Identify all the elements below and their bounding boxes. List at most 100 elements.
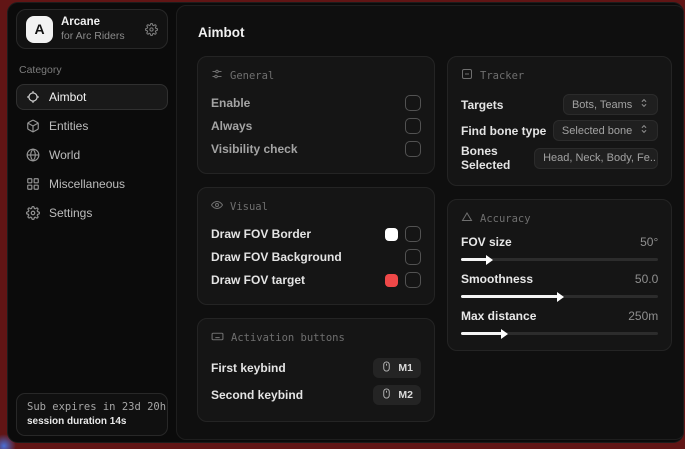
activation-card: Activation buttons First keybind M1 Seco… [197, 318, 435, 422]
sliders-icon [211, 68, 223, 83]
slider-fill [461, 258, 487, 261]
app-logo: A [26, 16, 53, 43]
tracker-card-title: Tracker [480, 70, 524, 82]
sidebar: A Arcane for Arc Riders Category Aimbot [8, 3, 176, 442]
sub-expiry-text: Sub expires in 23d 20h [27, 401, 157, 413]
sidebar-item-world[interactable]: World [16, 142, 168, 168]
sidebar-item-label: Miscellaneous [49, 177, 125, 191]
draw-fov-border-checkbox[interactable] [405, 226, 421, 242]
enable-checkbox[interactable] [405, 95, 421, 111]
select-value: Head, Neck, Body, Fe.. [543, 152, 656, 164]
slider-thumb[interactable] [486, 255, 493, 265]
mouse-icon [381, 361, 392, 375]
activation-card-title: Activation buttons [231, 332, 345, 344]
setting-row-draw-fov-background: Draw FOV Background [211, 246, 421, 268]
visual-card-title: Visual [230, 201, 268, 213]
visual-card: Visual Draw FOV Border Draw FOV Backgrou… [197, 187, 435, 305]
setting-label: Visibility check [211, 142, 298, 156]
slider-fill [461, 295, 558, 298]
setting-row-bones-selected: Bones Selected Head, Neck, Body, Fe.. [461, 144, 658, 172]
category-label: Category [19, 64, 165, 76]
setting-label: Bones Selected [461, 144, 534, 172]
setting-label: FOV size [461, 235, 512, 249]
sidebar-item-aimbot[interactable]: Aimbot [16, 84, 168, 110]
chevrons-up-down-icon [639, 98, 649, 111]
slider-thumb[interactable] [557, 292, 564, 302]
find-bone-type-select[interactable]: Selected bone [553, 120, 658, 141]
mouse-icon [381, 388, 392, 402]
cube-icon [26, 119, 40, 133]
targets-select[interactable]: Bots, Teams [563, 94, 658, 115]
draw-fov-target-checkbox[interactable] [405, 272, 421, 288]
keybind-value: M2 [398, 389, 413, 401]
setting-row-smoothness: Smoothness 50.0 [461, 272, 658, 298]
square-minus-icon [461, 68, 473, 83]
brand-header: A Arcane for Arc Riders [16, 9, 168, 49]
max-distance-value: 250m [628, 309, 658, 323]
setting-row-draw-fov-target: Draw FOV target [211, 269, 421, 291]
setting-label: Always [211, 119, 252, 133]
globe-icon [26, 148, 40, 162]
setting-label: Smoothness [461, 272, 533, 286]
draw-fov-background-checkbox[interactable] [405, 249, 421, 265]
sidebar-item-label: World [49, 148, 80, 162]
session-duration-text: session duration 14s [27, 416, 157, 427]
fov-target-color-swatch[interactable] [385, 274, 398, 287]
subscription-status: Sub expires in 23d 20h session duration … [16, 393, 168, 436]
triangle-icon [461, 211, 473, 226]
slider-fill [461, 332, 502, 335]
sidebar-item-settings[interactable]: Settings [16, 200, 168, 226]
visibility-check-checkbox[interactable] [405, 141, 421, 157]
fov-border-color-swatch[interactable] [385, 228, 398, 241]
crosshair-icon [26, 90, 40, 104]
app-subtitle: for Arc Riders [61, 30, 125, 43]
setting-label: Enable [211, 96, 250, 110]
select-value: Selected bone [562, 125, 632, 137]
activation-card-header: Activation buttons [211, 330, 421, 346]
gear-icon [26, 206, 40, 220]
sidebar-item-label: Aimbot [49, 90, 86, 104]
setting-label: First keybind [211, 361, 286, 375]
tracker-card: Tracker Targets Bots, Teams Find bone ty… [447, 56, 672, 186]
setting-label: Find bone type [461, 124, 546, 138]
gear-icon[interactable] [145, 23, 158, 36]
general-card-header: General [211, 68, 421, 83]
setting-label: Second keybind [211, 388, 303, 402]
accuracy-card: Accuracy FOV size 50° [447, 199, 672, 351]
setting-row-first-keybind: First keybind M1 [211, 355, 421, 381]
accuracy-card-header: Accuracy [461, 211, 658, 226]
first-keybind-button[interactable]: M1 [373, 358, 421, 378]
fov-size-slider[interactable] [461, 258, 658, 261]
keybind-value: M1 [398, 362, 413, 374]
bones-selected-select[interactable]: Head, Neck, Body, Fe.. [534, 148, 658, 169]
main-panel: Aimbot General Enable Always [176, 5, 684, 440]
setting-row-visibility-check: Visibility check [211, 138, 421, 160]
select-value: Bots, Teams [572, 99, 632, 111]
page-title: Aimbot [198, 25, 672, 40]
grid-icon [26, 177, 40, 191]
general-card-title: General [230, 70, 274, 82]
keyboard-icon [211, 330, 224, 346]
setting-row-find-bone-type: Find bone type Selected bone [461, 118, 658, 143]
brand-text: Arcane for Arc Riders [61, 15, 125, 43]
app-window: A Arcane for Arc Riders Category Aimbot [7, 2, 684, 443]
second-keybind-button[interactable]: M2 [373, 385, 421, 405]
sidebar-item-entities[interactable]: Entities [16, 113, 168, 139]
always-checkbox[interactable] [405, 118, 421, 134]
setting-row-targets: Targets Bots, Teams [461, 92, 658, 117]
setting-label: Max distance [461, 309, 536, 323]
setting-row-enable: Enable [211, 92, 421, 114]
fov-size-value: 50° [640, 235, 658, 249]
sidebar-item-label: Settings [49, 206, 92, 220]
accuracy-card-title: Accuracy [480, 213, 531, 225]
sidebar-item-label: Entities [49, 119, 88, 133]
setting-row-fov-size: FOV size 50° [461, 235, 658, 261]
slider-thumb[interactable] [501, 329, 508, 339]
max-distance-slider[interactable] [461, 332, 658, 335]
sidebar-item-miscellaneous[interactable]: Miscellaneous [16, 171, 168, 197]
setting-label: Targets [461, 98, 503, 112]
setting-row-always: Always [211, 115, 421, 137]
tracker-card-header: Tracker [461, 68, 658, 83]
eye-icon [211, 199, 223, 214]
smoothness-slider[interactable] [461, 295, 658, 298]
